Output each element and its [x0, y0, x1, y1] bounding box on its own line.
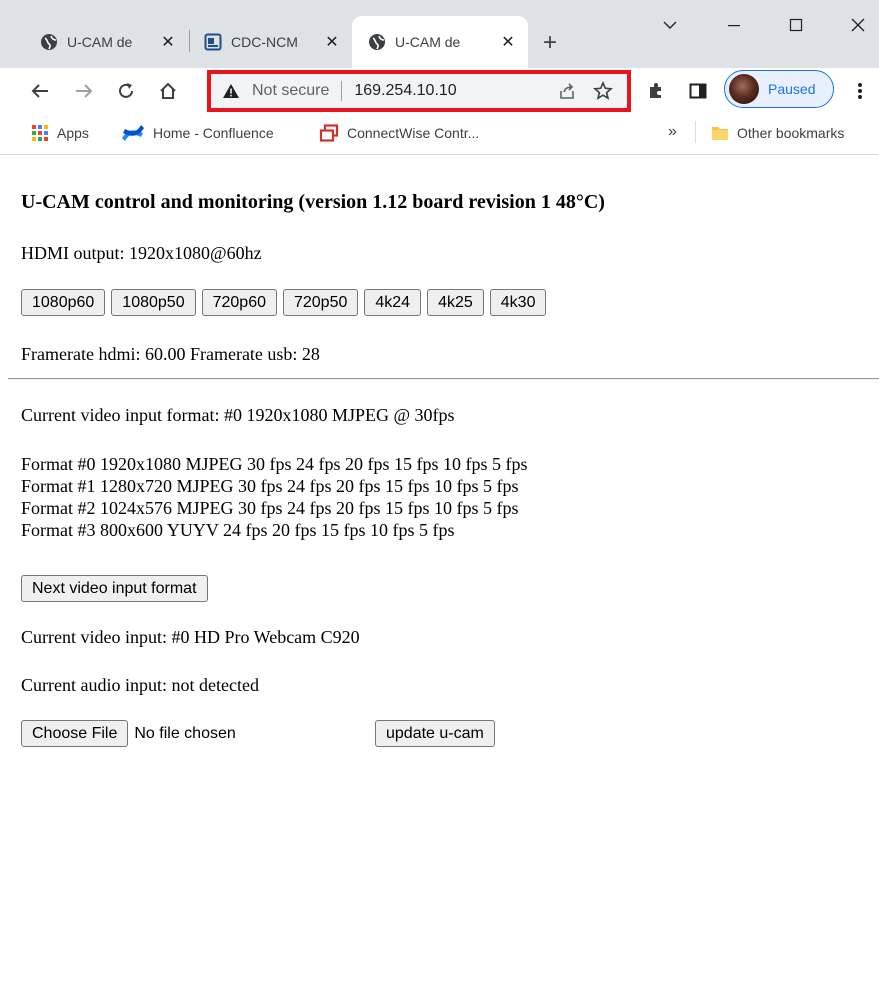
tab-ucam-1[interactable]: U-CAM de ✕ [24, 16, 188, 68]
connectwise-icon [319, 124, 339, 142]
bookmarks-overflow-button[interactable]: » [668, 123, 677, 141]
format-item: Format #3 800x600 YUYV 24 fps 20 fps 15 … [21, 520, 455, 540]
tab-title: CDC-NCM [231, 34, 298, 50]
security-status[interactable]: Not secure [252, 82, 329, 100]
bookmark-confluence[interactable]: Home - Confluence [121, 124, 274, 142]
mode-button-4k30[interactable]: 4k30 [489, 289, 547, 316]
close-icon[interactable]: ✕ [322, 32, 342, 52]
new-tab-button[interactable]: + [536, 29, 564, 57]
profile-status: Paused [768, 81, 816, 97]
home-button[interactable] [153, 76, 183, 106]
reload-button[interactable] [111, 76, 141, 106]
tab-title: U-CAM de [67, 34, 133, 50]
current-format-text: Current video input format: #0 1920x1080… [21, 405, 455, 425]
mode-button-720p60[interactable]: 720p60 [201, 289, 277, 316]
hdmi-mode-buttons: 1080p60 1080p50 720p60 720p50 4k24 4k25 … [21, 289, 547, 316]
bookmark-label: Apps [57, 125, 89, 141]
bookmark-star-icon[interactable] [591, 79, 615, 103]
mode-button-4k24[interactable]: 4k24 [364, 289, 422, 316]
current-video-input-text: Current video input: #0 HD Pro Webcam C9… [21, 627, 360, 647]
bookmark-other[interactable]: Other bookmarks [711, 124, 844, 142]
share-icon[interactable] [555, 79, 579, 103]
warning-triangle-icon[interactable] [221, 81, 241, 101]
horizontal-divider [8, 378, 879, 380]
back-button[interactable] [25, 76, 55, 106]
current-audio-input-text: Current audio input: not detected [21, 675, 259, 695]
bookmarks-bar: Apps Home - Confluence ConnectWise Contr… [0, 114, 879, 155]
avatar [729, 74, 759, 104]
doc-icon [204, 33, 222, 51]
file-input: Choose File No file chosen [21, 720, 236, 747]
update-ucam-button[interactable]: update u-cam [375, 720, 495, 747]
format-item: Format #2 1024x576 MJPEG 30 fps 24 fps 2… [21, 498, 519, 518]
apps-grid-icon [31, 124, 49, 142]
bookmarks-divider [695, 121, 696, 143]
close-icon[interactable]: ✕ [498, 32, 518, 52]
tab-cdc-ncm[interactable]: CDC-NCM ✕ [188, 16, 352, 68]
framerate-text: Framerate hdmi: 60.00 Framerate usb: 28 [21, 344, 320, 364]
close-window-button[interactable] [838, 10, 878, 40]
bookmark-label: ConnectWise Contr... [347, 125, 480, 141]
tab-strip: U-CAM de ✕ CDC-NCM ✕ U-CAM de ✕ + [0, 0, 879, 68]
tab-title: U-CAM de [395, 34, 461, 50]
toolbar: Not secure 169.254.10.10 Paused [0, 68, 879, 114]
extensions-puzzle-icon[interactable] [641, 76, 671, 106]
bookmark-connectwise[interactable]: ConnectWise Contr... [319, 124, 479, 142]
side-panel-icon[interactable] [683, 76, 713, 106]
hdmi-output-text: HDMI output: 1920x1080@60hz [21, 243, 262, 263]
omnibox-divider [341, 81, 343, 101]
minimize-button[interactable] [714, 10, 754, 40]
globe-icon [40, 33, 58, 51]
format-list: Format #0 1920x1080 MJPEG 30 fps 24 fps … [21, 453, 528, 541]
address-bar[interactable]: Not secure 169.254.10.10 [207, 70, 631, 112]
close-icon[interactable]: ✕ [158, 32, 178, 52]
url-text[interactable]: 169.254.10.10 [354, 82, 555, 100]
back-arrow-icon [31, 84, 48, 98]
reload-icon [119, 83, 133, 98]
forward-arrow-icon [76, 84, 93, 98]
next-format-button[interactable]: Next video input format [21, 575, 208, 602]
profile-button[interactable]: Paused [724, 70, 834, 108]
menu-kebab-icon[interactable] [845, 76, 875, 106]
window-left-edge [0, 155, 8, 983]
folder-icon [711, 124, 729, 142]
forward-button[interactable] [69, 76, 99, 106]
confluence-icon [121, 124, 145, 142]
choose-file-button[interactable]: Choose File [21, 720, 129, 747]
mode-button-1080p60[interactable]: 1080p60 [21, 289, 106, 316]
mode-button-4k25[interactable]: 4k25 [427, 289, 484, 316]
page-content: U-CAM control and monitoring (version 1.… [0, 155, 879, 983]
format-item: Format #1 1280x720 MJPEG 30 fps 24 fps 2… [21, 476, 519, 496]
bookmark-apps[interactable]: Apps [31, 124, 89, 142]
mode-button-720p50[interactable]: 720p50 [282, 289, 359, 316]
bookmark-label: Other bookmarks [737, 125, 845, 141]
globe-icon [368, 33, 386, 51]
tab-search-dropdown-icon[interactable] [650, 10, 690, 40]
format-item: Format #0 1920x1080 MJPEG 30 fps 24 fps … [21, 454, 528, 474]
maximize-button[interactable] [776, 10, 816, 40]
bookmark-label: Home - Confluence [153, 125, 274, 141]
home-icon [160, 82, 176, 99]
tab-ucam-active[interactable]: U-CAM de ✕ [352, 16, 528, 68]
mode-button-1080p50[interactable]: 1080p50 [111, 289, 196, 316]
file-status-text: No file chosen [134, 724, 236, 742]
page-title: U-CAM control and monitoring (version 1.… [21, 191, 605, 213]
